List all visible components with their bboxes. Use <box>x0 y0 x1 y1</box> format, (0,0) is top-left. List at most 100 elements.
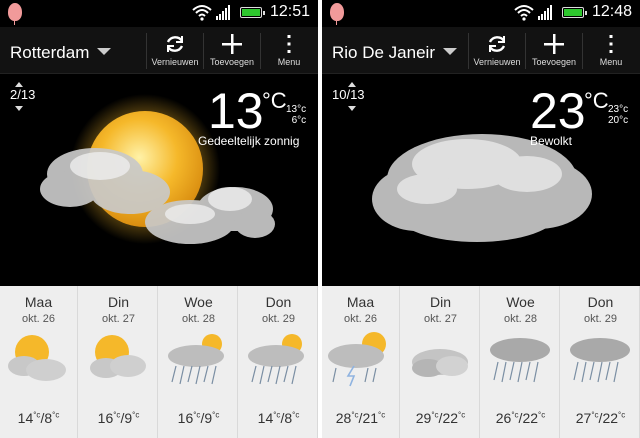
forecast-date: okt. 29 <box>583 313 618 325</box>
forecast-day-name: Maa <box>24 294 53 310</box>
action-bar: Rio De Janeir Vernieuwen Toevoegen Menu <box>322 27 640 74</box>
forecast-day-name: Din <box>107 294 129 310</box>
forecast-temps: 27°c/22°c <box>575 410 626 426</box>
weather-screen-rio: 12:48 Rio De Janeir Vernieuwen Toevoegen <box>322 0 640 438</box>
forecast-day[interactable]: Din okt. 27 29°c/22°c <box>402 286 480 438</box>
plus-icon <box>544 34 564 54</box>
chevron-down-icon[interactable] <box>443 48 457 55</box>
forecast-temps: 29°c/22°c <box>415 410 466 426</box>
add-label: Toevoegen <box>531 57 577 67</box>
add-label: Toevoegen <box>209 57 255 67</box>
forecast-temps: 14°c/8°c <box>257 410 300 426</box>
plus-icon <box>222 34 242 54</box>
forecast-date: okt. 27 <box>423 313 458 325</box>
rain-icon <box>490 338 550 383</box>
forecast-day-name: Don <box>265 294 292 310</box>
current-weather[interactable]: 10/13 23 °C 23°c 20°c Bewolkt <box>322 74 640 286</box>
pager-text: 10/13 <box>332 87 365 102</box>
forecast-strip: Maa okt. 26 14°c/8°c Din okt. 27 16°c/9°… <box>0 286 318 438</box>
refresh-button[interactable]: Vernieuwen <box>469 27 525 73</box>
cloudy-icon <box>412 349 468 377</box>
city-dropdown[interactable]: Rio De Janeir <box>332 43 438 63</box>
arrow-down-icon[interactable] <box>15 106 23 111</box>
city-dropdown[interactable]: Rotterdam <box>10 43 130 63</box>
forecast-day-name: Woe <box>184 294 213 310</box>
status-clock: 12:48 <box>592 3 633 20</box>
menu-label: Menu <box>277 57 301 67</box>
arrow-up-icon[interactable] <box>348 82 356 87</box>
refresh-button[interactable]: Vernieuwen <box>147 27 203 73</box>
partly-sunny-icon <box>90 335 146 378</box>
current-weather[interactable]: 2/13 13 °C 13°c 6°c Gedeeltelijk zonnig <box>0 74 318 286</box>
status-clock: 12:51 <box>270 3 311 20</box>
signal-icon <box>216 5 230 20</box>
high-low: 13°c 6°c <box>286 104 306 126</box>
battery-icon <box>562 7 587 18</box>
forecast-day-name: Don <box>587 294 614 310</box>
forecast-day[interactable]: Din okt. 27 16°c/9°c <box>80 286 158 438</box>
notification-balloon-icon <box>330 3 344 25</box>
temperature-unit: °C <box>584 88 609 113</box>
menu-button[interactable]: Menu <box>261 27 317 73</box>
rain-icon <box>570 338 630 383</box>
forecast-day-name: Din <box>429 294 451 310</box>
current-temperature: 23 <box>530 83 586 139</box>
low-temp: 20°c <box>608 115 629 126</box>
high-temp: 23°c <box>608 104 629 115</box>
forecast-temps: 14°c/8°c <box>17 410 60 426</box>
add-button[interactable]: Toevoegen <box>204 27 260 73</box>
refresh-icon <box>166 36 184 52</box>
forecast-temps: 26°c/22°c <box>495 410 546 426</box>
condition-text: Bewolkt <box>530 134 573 148</box>
forecast-day[interactable]: Woe okt. 28 26°c/22°c <box>482 286 560 438</box>
notification-balloon-icon <box>8 3 22 25</box>
forecast-day[interactable]: Woe okt. 28 16°c/9°c <box>160 286 238 438</box>
signal-icon <box>538 5 552 20</box>
refresh-label: Vernieuwen <box>473 57 521 67</box>
current-temperature: 13 <box>208 83 264 139</box>
thunder-sun-icon <box>328 332 386 387</box>
status-bar: 12:48 <box>322 0 640 26</box>
location-pager[interactable]: 2/13 <box>10 82 35 111</box>
refresh-label: Vernieuwen <box>151 57 199 67</box>
chevron-down-icon[interactable] <box>97 48 111 55</box>
high-low: 23°c 20°c <box>608 104 628 126</box>
status-bar: 12:51 <box>0 0 318 26</box>
rain-sun-icon <box>168 334 224 385</box>
menu-label: Menu <box>599 57 623 67</box>
menu-button[interactable]: Menu <box>583 27 639 73</box>
add-button[interactable]: Toevoegen <box>526 27 582 73</box>
forecast-day[interactable]: Don okt. 29 27°c/22°c <box>562 286 640 438</box>
wifi-icon <box>192 5 212 21</box>
overflow-menu-icon <box>287 35 291 53</box>
forecast-day-name: Maa <box>346 294 375 310</box>
temperature-unit: °C <box>262 88 287 113</box>
forecast-date: okt. 26 <box>21 313 56 325</box>
forecast-temps: 28°c/21°c <box>335 410 386 426</box>
forecast-date: okt. 28 <box>503 313 538 325</box>
forecast-strip: Maa okt. 26 28°c/21°c Din okt. 27 29°c/2… <box>322 286 640 438</box>
location-pager[interactable]: 10/13 <box>332 82 365 111</box>
high-temp: 13°c <box>286 104 307 115</box>
condition-text: Gedeeltelijk zonnig <box>198 134 300 148</box>
partly-sunny-icon <box>8 335 66 381</box>
forecast-day[interactable]: Maa okt. 26 14°c/8°c <box>0 286 78 438</box>
arrow-up-icon[interactable] <box>15 82 23 87</box>
arrow-down-icon[interactable] <box>348 106 356 111</box>
forecast-date: okt. 28 <box>181 313 216 325</box>
low-temp: 6°c <box>291 115 307 126</box>
forecast-date: okt. 27 <box>101 313 136 325</box>
refresh-icon <box>488 36 506 52</box>
forecast-day-name: Woe <box>506 294 535 310</box>
rain-sun-icon <box>248 334 304 385</box>
weather-screen-rotterdam: 12:51 Rotterdam Vernieuwen Toevoegen Men… <box>0 0 318 438</box>
battery-icon <box>240 7 265 18</box>
forecast-day[interactable]: Maa okt. 26 28°c/21°c <box>322 286 400 438</box>
overflow-menu-icon <box>609 35 613 53</box>
forecast-day[interactable]: Don okt. 29 14°c/8°c <box>240 286 318 438</box>
action-bar: Rotterdam Vernieuwen Toevoegen Menu <box>0 27 318 74</box>
forecast-temps: 16°c/9°c <box>177 410 220 426</box>
forecast-date: okt. 26 <box>343 313 378 325</box>
forecast-temps: 16°c/9°c <box>97 410 140 426</box>
wifi-icon <box>514 5 534 21</box>
